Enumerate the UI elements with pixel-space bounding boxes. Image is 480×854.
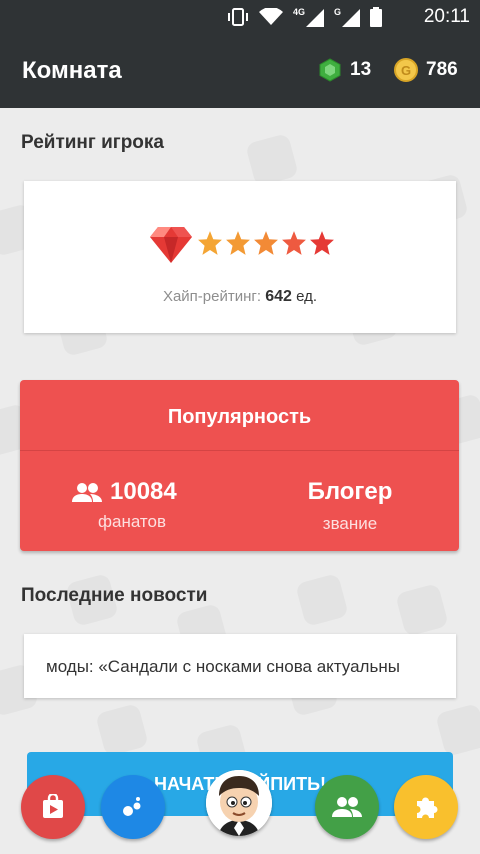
green-gem-icon xyxy=(319,58,341,82)
star-icon-1 xyxy=(198,231,222,255)
coins-value: 786 xyxy=(426,59,458,80)
rank-stat: Блогер звание xyxy=(280,478,420,534)
signal-icon-2 xyxy=(342,9,360,27)
network-type-label-2: G xyxy=(333,7,341,17)
gems-value: 13 xyxy=(350,59,372,80)
news-ticker[interactable]: моды: «Сандали с носками снова актуальны xyxy=(24,634,456,698)
people-icon xyxy=(72,483,102,502)
signal-icon xyxy=(305,9,324,27)
popularity-card[interactable]: Популярность 10084 фанатов Блогер звание xyxy=(20,380,459,551)
clock: 20:11 xyxy=(423,6,470,27)
page-title: Комната xyxy=(22,57,122,84)
people-icon xyxy=(332,797,362,817)
fans-value: 10084 xyxy=(110,478,177,505)
divider xyxy=(20,450,459,451)
friends-button[interactable] xyxy=(315,775,379,839)
shop-button[interactable] xyxy=(21,775,85,839)
rank-value: Блогер xyxy=(307,478,393,505)
player-avatar[interactable] xyxy=(206,770,272,836)
star-icon-3 xyxy=(254,231,278,255)
gems-counter[interactable]: 13 xyxy=(318,58,371,82)
network-type-label: 4G xyxy=(292,7,305,17)
avatar xyxy=(206,770,272,836)
fans-label: фанатов xyxy=(98,512,166,531)
news-text: моды: «Сандали с носками снова актуальны xyxy=(46,657,400,676)
app-bar: Комната 13 G 786 xyxy=(0,33,480,108)
puzzle-icon xyxy=(417,797,438,818)
star-icon-4 xyxy=(282,231,306,255)
battery-icon xyxy=(370,7,382,27)
star-icon-2 xyxy=(226,231,250,255)
coin-icon: G xyxy=(394,58,418,82)
fans-stat: 10084 фанатов xyxy=(72,478,192,531)
vibrate-icon xyxy=(227,8,248,26)
hype-rating-value: 642 xyxy=(265,288,292,305)
rank-label: звание xyxy=(322,514,378,533)
rating-card: Хайп-рейтинг: 642 ед. xyxy=(24,181,456,333)
shop-bag-icon xyxy=(43,794,63,818)
quests-button[interactable] xyxy=(394,775,458,839)
coins-counter[interactable]: G 786 xyxy=(394,58,458,82)
bubbles-icon xyxy=(123,797,141,816)
chat-button[interactable] xyxy=(101,775,165,839)
star-icon-5 xyxy=(310,231,334,255)
wifi-icon xyxy=(258,8,283,25)
hype-rating-unit: ед. xyxy=(296,288,318,305)
status-bar: 4G G 20:11 xyxy=(0,0,480,33)
popularity-title: Популярность xyxy=(167,406,312,428)
news-section-title: Последние новости xyxy=(21,585,208,606)
hype-rating-label: Хайп-рейтинг: xyxy=(162,288,262,305)
ruby-icon xyxy=(150,227,192,263)
rating-section-title: Рейтинг игрока xyxy=(21,132,164,153)
hype-rating: Хайп-рейтинг: 642 ед. xyxy=(24,288,456,306)
